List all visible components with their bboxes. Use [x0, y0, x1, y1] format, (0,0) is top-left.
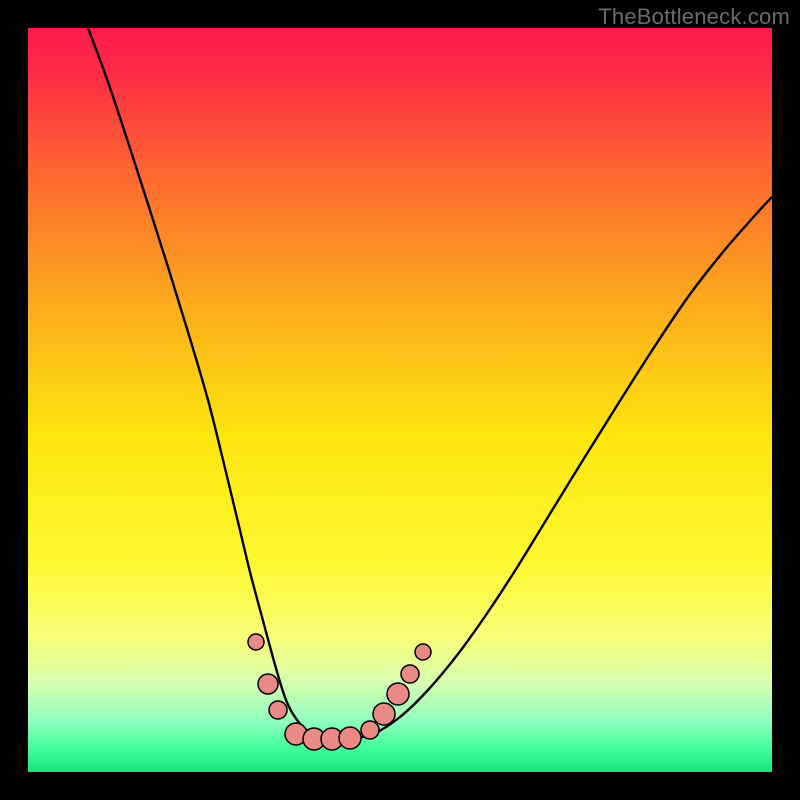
- marker-bottom-4: [339, 727, 361, 749]
- marker-right-mid1: [373, 703, 395, 725]
- marker-right-mid2: [387, 683, 409, 705]
- marker-left-upper: [248, 634, 264, 650]
- bottleneck-curve: [88, 28, 772, 740]
- marker-left-low: [269, 701, 287, 719]
- marker-left-mid: [258, 674, 278, 694]
- data-markers: [248, 634, 431, 750]
- plot-area: [28, 28, 772, 772]
- chart-frame: TheBottleneck.com: [0, 0, 800, 800]
- curve-layer: [28, 28, 772, 772]
- marker-right-low: [361, 721, 379, 739]
- watermark-text: TheBottleneck.com: [598, 4, 790, 30]
- marker-right-up1: [401, 665, 419, 683]
- marker-right-up2: [415, 644, 431, 660]
